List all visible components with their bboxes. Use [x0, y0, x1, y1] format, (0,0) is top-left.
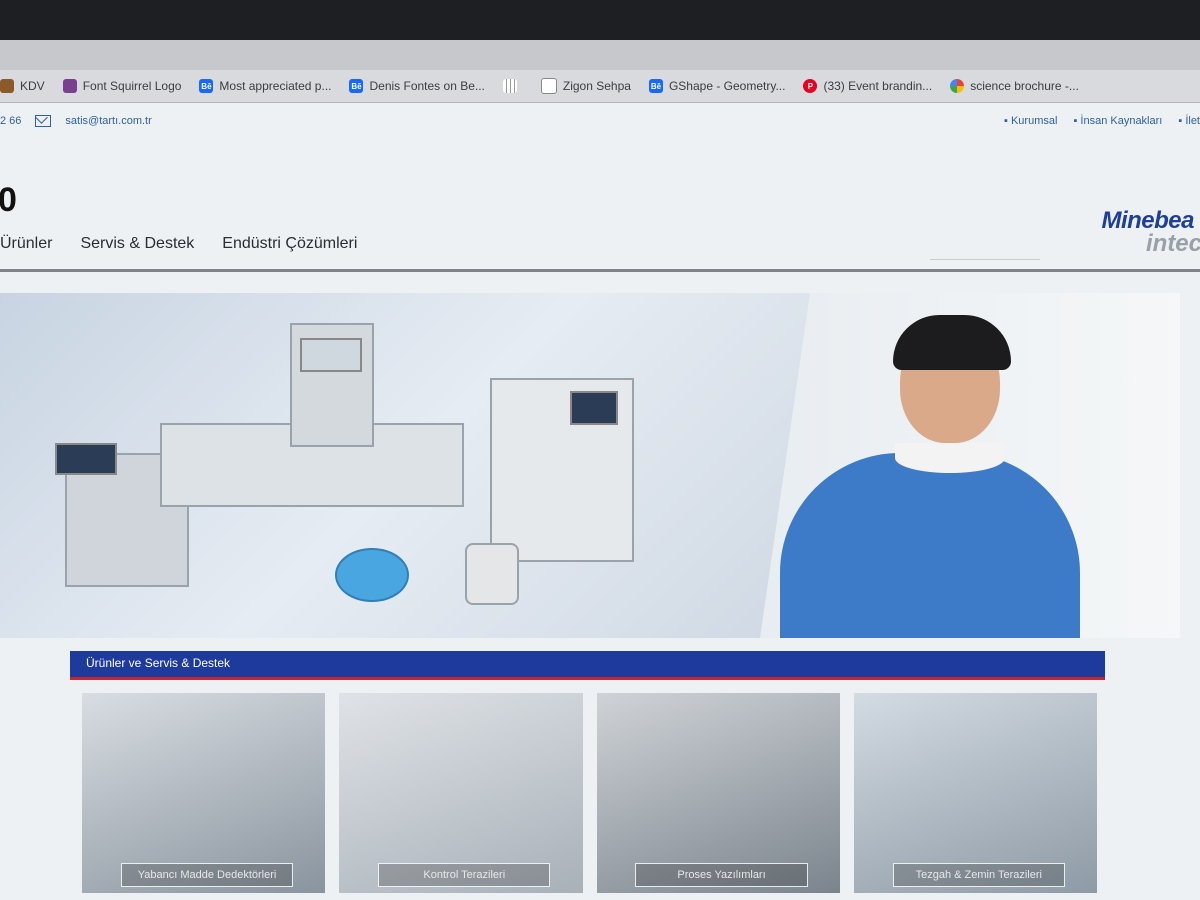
- mail-icon: [35, 115, 52, 127]
- nav-item-servis-destek[interactable]: Servis & Destek: [80, 235, 194, 253]
- nav-item-endustri-cozumleri[interactable]: Endüstri Çözümleri: [222, 235, 357, 253]
- grid-icon: [502, 79, 517, 93]
- bookmark-item[interactable]: Bē GShape - Geometry...: [648, 79, 786, 93]
- card-label[interactable]: Yabancı Madde Dedektörleri: [120, 863, 294, 887]
- logo-text-bottom: intec: [1145, 230, 1200, 257]
- product-cards: Yabancı Madde Dedektörleri Kontrol Teraz…: [82, 693, 1097, 893]
- bookmark-label: KDV: [20, 79, 45, 93]
- minebea-intec-logo[interactable]: Minebea intec: [1101, 209, 1200, 256]
- behance-icon: Bē: [349, 79, 364, 93]
- bookmark-label: Denis Fontes on Be...: [369, 79, 485, 93]
- utility-link-iletisim[interactable]: İlet: [1178, 115, 1200, 127]
- bookmark-icon: [0, 79, 14, 93]
- google-icon: [950, 79, 965, 93]
- card-label[interactable]: Kontrol Terazileri: [378, 863, 551, 887]
- web-page: 2 66 satis@tartı.com.tr Kurumsal İnsan K…: [0, 103, 1200, 900]
- section-header-bar: Ürünler ve Servis & Destek: [70, 651, 1105, 680]
- behance-icon: Bē: [199, 79, 214, 93]
- utility-link-kurumsal[interactable]: Kurumsal: [1004, 115, 1057, 127]
- person-collar-image: [895, 443, 1005, 473]
- utility-bar: 2 66 satis@tartı.com.tr Kurumsal İnsan K…: [0, 103, 1200, 139]
- hero-products-image: [0, 293, 810, 638]
- section-title: Ürünler ve Servis & Destek: [86, 656, 231, 670]
- phone-text: 2 66: [0, 115, 22, 127]
- bookmark-item[interactable]: science brochure -...: [950, 79, 1079, 93]
- hero-banner[interactable]: [0, 293, 1180, 638]
- document-icon: [540, 78, 557, 94]
- bookmark-item[interactable]: [502, 79, 523, 93]
- bookmark-label: science brochure -...: [970, 79, 1079, 93]
- browser-tab-row: [0, 40, 1200, 70]
- nav-divider: [0, 269, 1200, 272]
- behance-icon: Bē: [648, 79, 663, 93]
- product-card-bench-floor-scales[interactable]: Tezgah & Zemin Terazileri: [853, 693, 1097, 893]
- nav-item-urunler[interactable]: Ürünler: [0, 235, 52, 253]
- scale-display-image: [55, 443, 117, 475]
- bookmark-label: (33) Event brandin...: [823, 79, 933, 93]
- pinterest-icon: P: [803, 79, 818, 93]
- card-label[interactable]: Tezgah & Zemin Terazileri: [892, 863, 1065, 887]
- bookmark-item[interactable]: KDV: [0, 79, 45, 93]
- bookmark-item[interactable]: Zigon Sehpa: [540, 78, 631, 94]
- search-input[interactable]: [930, 245, 1040, 260]
- utility-link-insan-kaynaklari[interactable]: İnsan Kaynakları: [1073, 115, 1162, 127]
- product-card-checkweighers[interactable]: Kontrol Terazileri: [339, 693, 583, 893]
- email-link[interactable]: satis@tartı.com.tr: [65, 115, 151, 127]
- product-card-foreign-body[interactable]: Yabancı Madde Dedektörleri: [82, 693, 326, 893]
- card-label[interactable]: Proses Yazılımları: [635, 863, 808, 887]
- checkweigher-screen-image: [300, 338, 362, 372]
- site-title[interactable]: 0: [0, 181, 17, 220]
- steel-canister-image: [465, 543, 519, 605]
- bookmark-label: Zigon Sehpa: [562, 79, 631, 93]
- bookmark-item[interactable]: Font Squirrel Logo: [62, 79, 182, 93]
- bookmark-item[interactable]: P (33) Event brandin...: [803, 79, 932, 93]
- bookmarks-bar: KDV Font Squirrel Logo Bē Most appreciate…: [0, 70, 1200, 103]
- bookmark-label: Most appreciated p...: [219, 79, 332, 93]
- bookmark-label: Font Squirrel Logo: [82, 79, 182, 93]
- product-card-process-software[interactable]: Proses Yazılımları: [596, 693, 840, 893]
- bookmark-item[interactable]: Bē Denis Fontes on Be...: [349, 79, 485, 93]
- xray-screen-image: [570, 391, 618, 425]
- bookmark-item[interactable]: Bē Most appreciated p...: [199, 79, 331, 93]
- os-top-strip: [0, 0, 1200, 40]
- person-sweater-image: [780, 453, 1080, 638]
- bookmark-label: GShape - Geometry...: [668, 79, 786, 93]
- squirrel-icon: [62, 79, 77, 93]
- main-nav: Ürünler Servis & Destek Endüstri Çözümle…: [0, 235, 357, 253]
- blue-bowl-image: [335, 548, 409, 602]
